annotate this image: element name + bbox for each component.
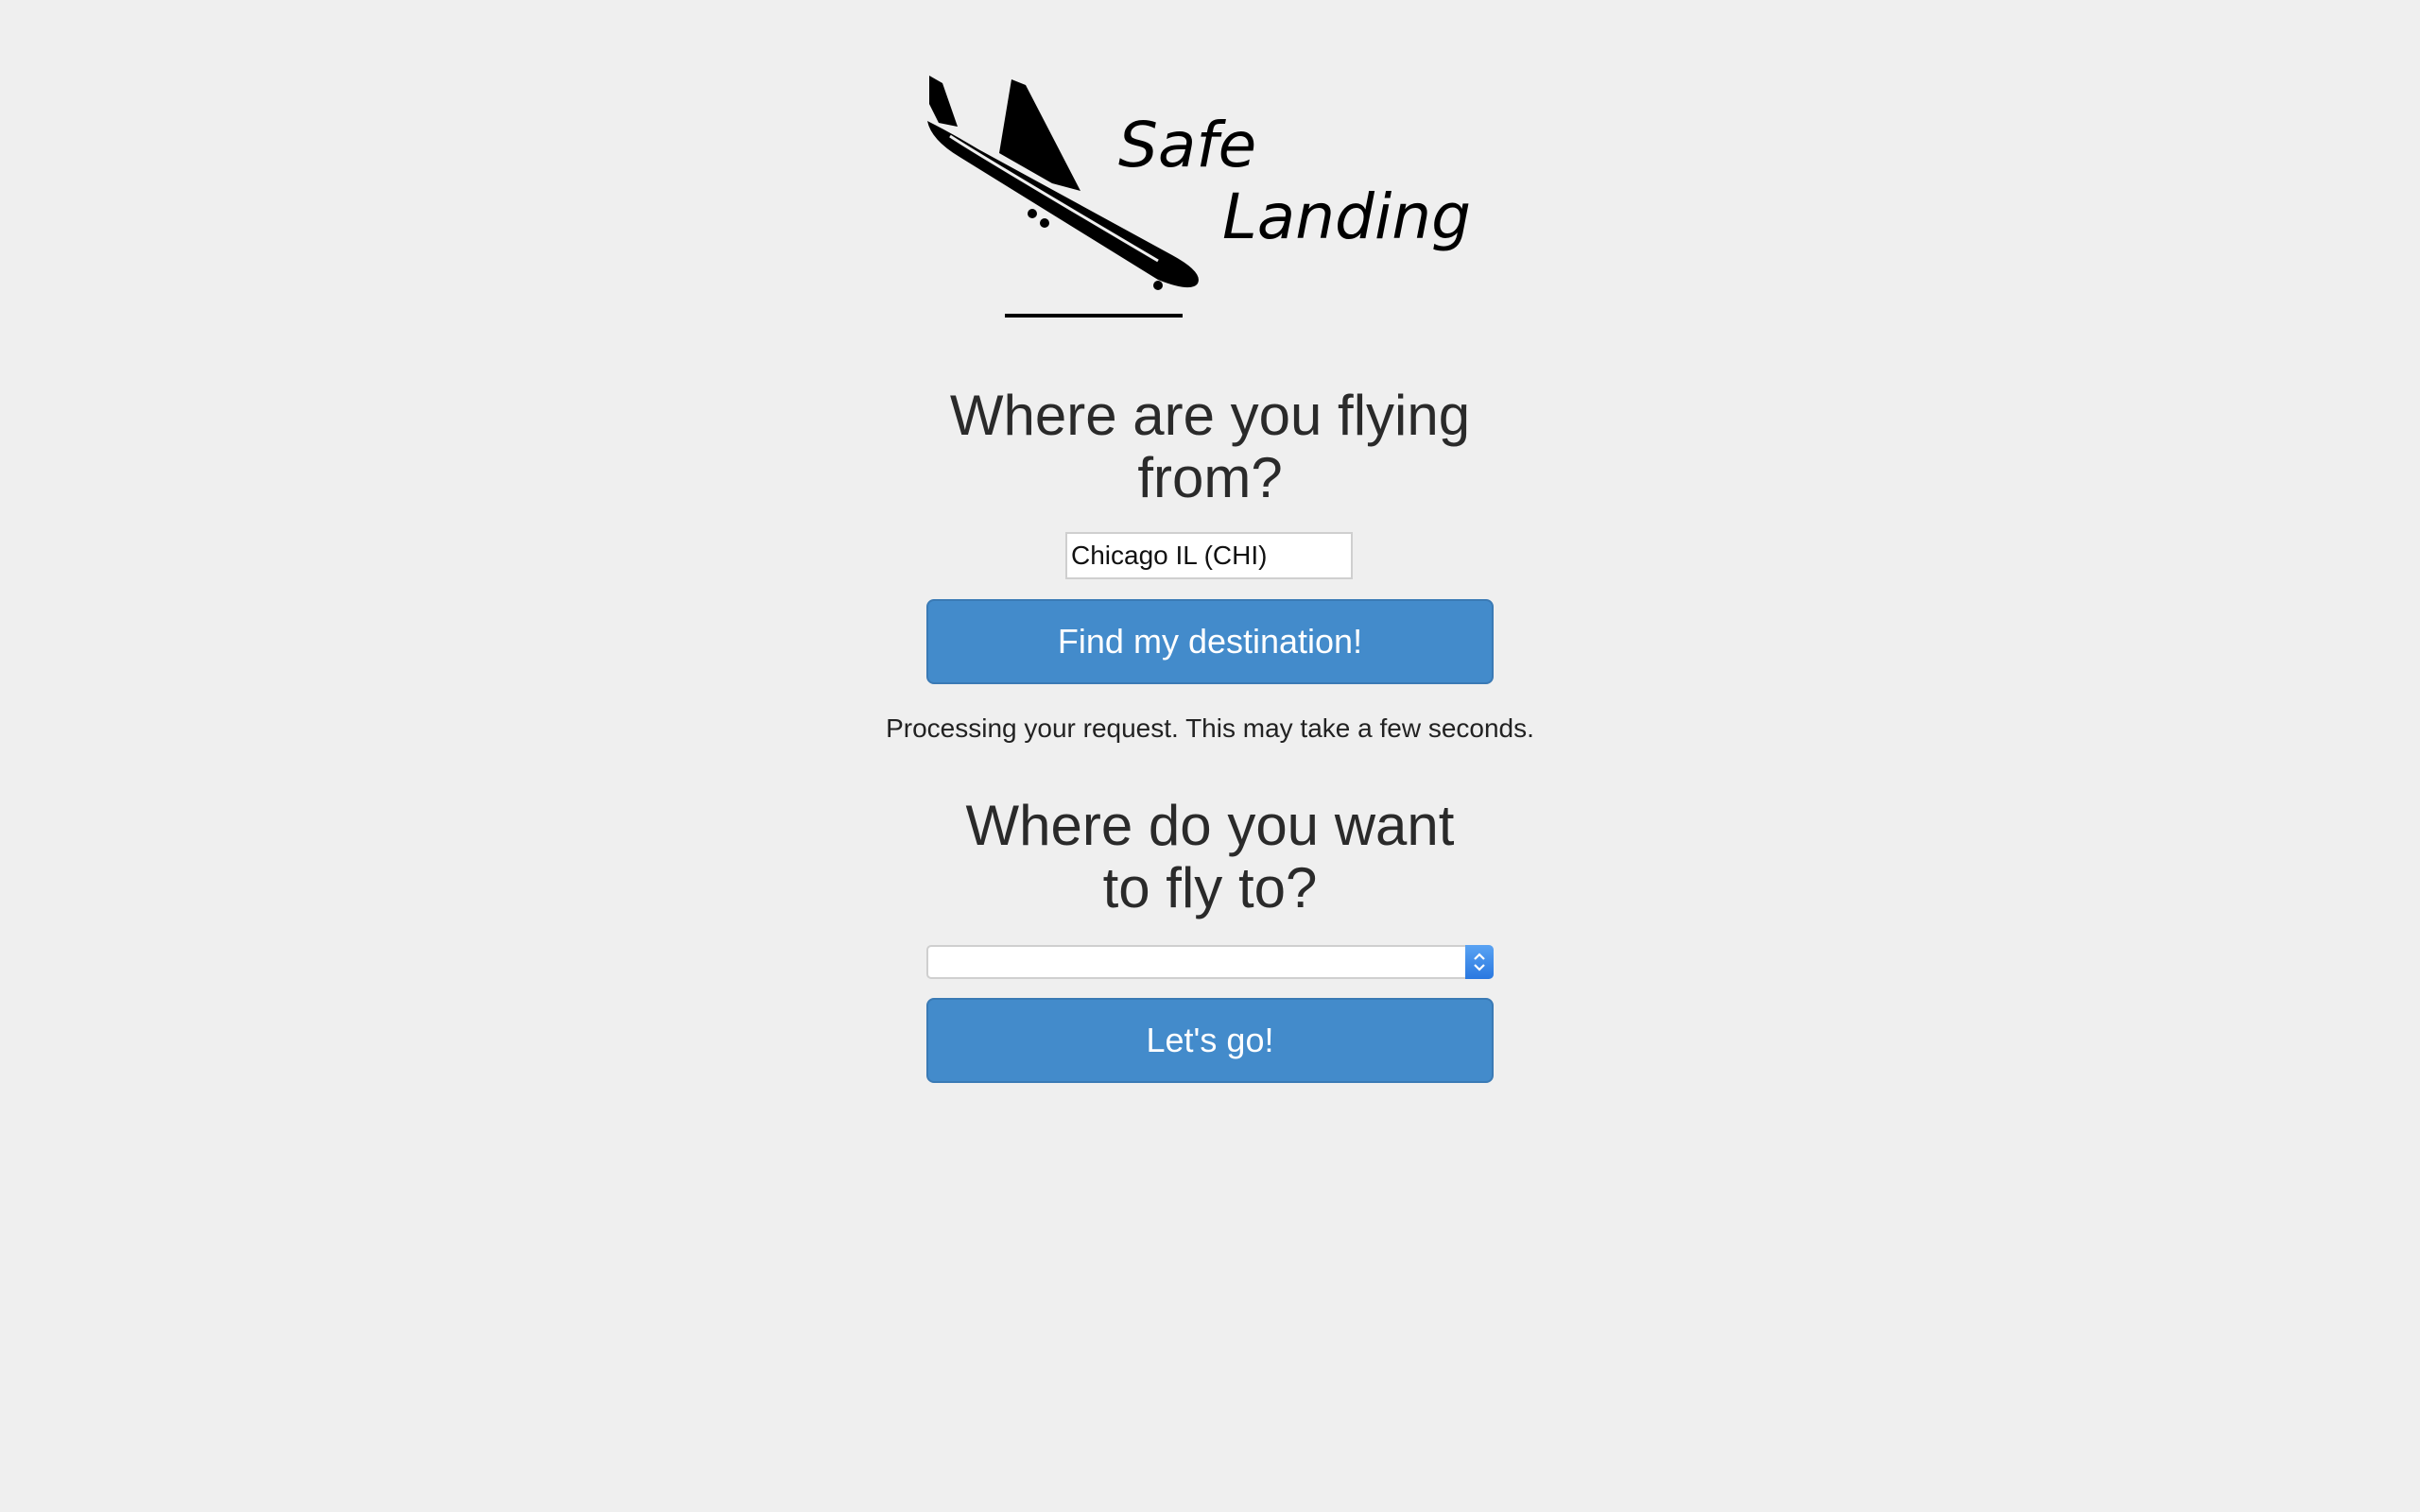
logo-text-landing: Landing (1222, 180, 1471, 253)
destination-heading-line2: to fly to? (1102, 856, 1318, 919)
origin-heading-line1: Where are you flying (949, 384, 1471, 447)
origin-heading-line2: from? (1137, 446, 1283, 509)
destination-heading: Where do you want to fly to? (926, 795, 1494, 919)
select-arrows-icon[interactable] (1465, 945, 1494, 979)
destination-heading-line1: Where do you want (965, 794, 1455, 857)
find-destination-button[interactable]: Find my destination! (926, 599, 1494, 684)
page: Safe Landing Where are you flying from? … (0, 0, 2420, 1512)
processing-status-message: Processing your request. This may take a… (886, 713, 1534, 743)
safe-landing-logo: Safe Landing (927, 76, 1471, 318)
logo-text-safe: Safe (1118, 109, 1256, 181)
origin-heading: Where are you flying from? (926, 385, 1494, 509)
destination-select[interactable] (926, 945, 1494, 979)
origin-input[interactable] (1065, 532, 1353, 579)
lets-go-button[interactable]: Let's go! (926, 998, 1494, 1083)
